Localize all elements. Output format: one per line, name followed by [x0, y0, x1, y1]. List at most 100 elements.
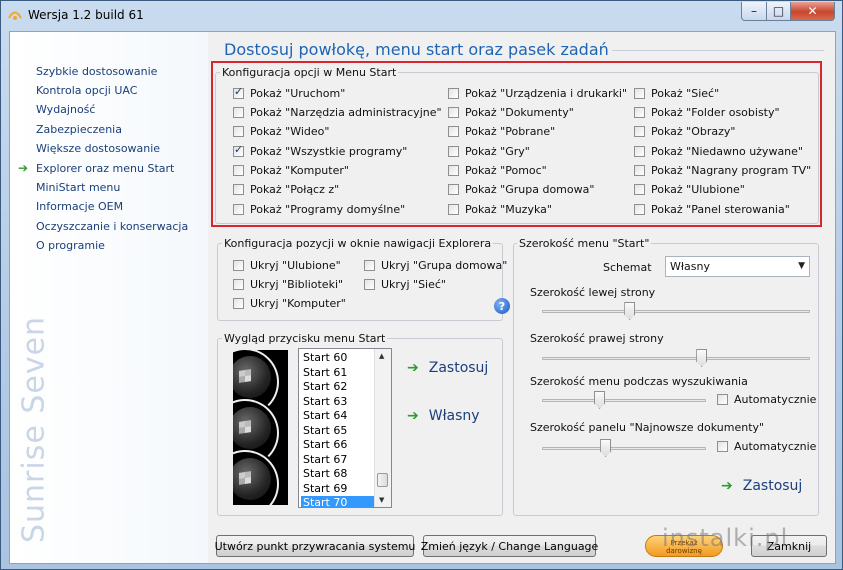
- list-item[interactable]: Start 65: [301, 424, 381, 438]
- checkbox-start-col2-4[interactable]: Pokaż "Pomoc": [448, 163, 547, 178]
- list-item[interactable]: Start 61: [301, 366, 381, 380]
- checkbox-box[interactable]: [717, 441, 728, 452]
- checkbox-box[interactable]: [634, 184, 645, 195]
- checkbox-box[interactable]: [634, 107, 645, 118]
- checkbox-box[interactable]: [364, 279, 375, 290]
- checkbox-start-col1-4[interactable]: Pokaż "Komputer": [233, 163, 349, 178]
- checkbox-start-col1-3[interactable]: Pokaż "Wszystkie programy": [233, 143, 407, 159]
- slider-track[interactable]: [542, 357, 810, 360]
- checkbox-start-col2-6[interactable]: Pokaż "Muzyka": [448, 202, 552, 217]
- restore-point-button[interactable]: Utwórz punkt przywracania systemu: [215, 535, 415, 557]
- sidebar-item-ministart[interactable]: MiniStart menu: [36, 181, 120, 197]
- slider-track[interactable]: [542, 447, 706, 450]
- sidebar-item-performance[interactable]: Wydajność: [36, 103, 95, 119]
- sidebar-item-more-customize[interactable]: Większe dostosowanie: [36, 142, 160, 158]
- checkbox-box[interactable]: [448, 126, 459, 137]
- sidebar-item-uac[interactable]: Kontrola opcji UAC: [36, 84, 137, 100]
- checkbox-start-col1-1[interactable]: Pokaż "Narzędzia administracyjne": [233, 105, 442, 120]
- checkbox-hide-network[interactable]: Ukryj "Sieć": [364, 277, 446, 292]
- start-button-list[interactable]: Start 60 Start 61 Start 62 Start 63 Start 64…: [298, 348, 392, 508]
- checkbox-box[interactable]: [448, 146, 459, 157]
- active-arrow-icon: ➔: [18, 161, 29, 175]
- slider-track[interactable]: [542, 310, 810, 313]
- checkbox-start-col2-5[interactable]: Pokaż "Grupa domowa": [448, 182, 594, 197]
- checkbox-start-col1-0[interactable]: Pokaż "Uruchom": [233, 85, 345, 101]
- sidebar-item-about[interactable]: O programie: [36, 239, 105, 255]
- checkbox-start-col3-0[interactable]: Pokaż "Sieć": [634, 86, 719, 101]
- checkbox-start-col3-6[interactable]: Pokaż "Panel sterowania": [634, 202, 790, 217]
- checkbox-start-col1-5[interactable]: Pokaż "Połącz z": [233, 182, 339, 197]
- scroll-down-icon[interactable]: ▼: [379, 496, 384, 504]
- checkbox-start-col3-5[interactable]: Pokaż "Ulubione": [634, 182, 745, 197]
- apply-start-button[interactable]: ➔ Zastosuj: [407, 360, 488, 376]
- checkbox-box[interactable]: [233, 107, 244, 118]
- checkbox-box[interactable]: [448, 184, 459, 195]
- checkbox-box[interactable]: [634, 88, 645, 99]
- list-item[interactable]: Start 69: [301, 482, 381, 496]
- custom-start-button[interactable]: ➔ Własny: [407, 408, 480, 424]
- checkbox-start-col3-1[interactable]: Pokaż "Folder osobisty": [634, 105, 780, 120]
- slider-track[interactable]: [542, 399, 706, 402]
- checkbox-start-col2-2[interactable]: Pokaż "Pobrane": [448, 124, 555, 139]
- checkbox-box[interactable]: [634, 126, 645, 137]
- checkbox-box[interactable]: [448, 204, 459, 215]
- checkbox-auto-width[interactable]: Automatycznie: [717, 439, 816, 454]
- checkbox-box[interactable]: [717, 394, 728, 405]
- list-item[interactable]: Start 60: [301, 351, 381, 365]
- apply-width-button[interactable]: ➔ Zastosuj: [721, 478, 802, 494]
- title-bar[interactable]: Wersja 1.2 build 61 – □ ✕: [1, 1, 843, 31]
- list-item[interactable]: Start 63: [301, 395, 381, 409]
- close-window-button[interactable]: ✕: [790, 2, 835, 21]
- start-width-title: Szerokość menu "Start": [517, 237, 652, 250]
- sidebar-item-explorer-start-menu[interactable]: Explorer oraz menu Start: [36, 162, 174, 178]
- checkbox-box[interactable]: [233, 85, 244, 99]
- checkbox-start-col1-2[interactable]: Pokaż "Wideo": [233, 124, 329, 139]
- checkbox-start-col2-0[interactable]: Pokaż "Urządzenia i drukarki": [448, 86, 627, 101]
- change-language-button[interactable]: Zmień język / Change Language: [421, 535, 598, 557]
- checkbox-box[interactable]: [448, 165, 459, 176]
- list-item[interactable]: Start 67: [301, 453, 381, 467]
- sidebar-item-quick-customize[interactable]: Szybkie dostosowanie: [36, 65, 157, 81]
- checkbox-hide-libraries[interactable]: Ukryj "Biblioteki": [233, 277, 343, 292]
- checkbox-box[interactable]: [233, 165, 244, 176]
- sidebar-item-oem-info[interactable]: Informacje OEM: [36, 200, 123, 216]
- checkbox-start-col2-3[interactable]: Pokaż "Gry": [448, 144, 530, 159]
- scheme-dropdown[interactable]: Własny ▼: [665, 256, 810, 277]
- checkbox-start-col2-1[interactable]: Pokaż "Dokumenty": [448, 105, 574, 120]
- checkbox-box[interactable]: [233, 260, 244, 271]
- help-icon[interactable]: ?: [494, 298, 510, 314]
- checkbox-box[interactable]: [233, 204, 244, 215]
- list-item[interactable]: Start 66: [301, 438, 381, 452]
- checkbox-start-col1-6[interactable]: Pokaż "Programy domyślne": [233, 202, 405, 217]
- checkbox-box[interactable]: [233, 184, 244, 195]
- checkbox-hide-homegroup[interactable]: Ukryj "Grupa domowa": [364, 258, 507, 273]
- scroll-up-icon[interactable]: ▲: [379, 352, 384, 360]
- checkbox-box[interactable]: [233, 126, 244, 137]
- sidebar-item-security[interactable]: Zabezpieczenia: [36, 123, 122, 139]
- checkbox-hide-favorites[interactable]: Ukryj "Ulubione": [233, 258, 341, 273]
- checkbox-box[interactable]: [448, 107, 459, 118]
- maximize-button[interactable]: □: [766, 2, 791, 21]
- checkbox-start-col3-4[interactable]: Pokaż "Nagrany program TV": [634, 163, 811, 178]
- checkbox-start-col3-3[interactable]: Pokaż "Niedawno używane": [634, 144, 803, 159]
- list-item[interactable]: Start 62: [301, 380, 381, 394]
- checkbox-box[interactable]: [634, 146, 645, 157]
- checkbox-box[interactable]: [233, 143, 244, 157]
- checkbox-box[interactable]: [448, 88, 459, 99]
- checkbox-box[interactable]: [634, 165, 645, 176]
- checkbox-auto-width[interactable]: Automatycznie: [717, 392, 816, 407]
- checkbox-hide-computer[interactable]: Ukryj "Komputer": [233, 296, 346, 311]
- checkbox-label: Pokaż "Niedawno używane": [651, 145, 803, 158]
- checkbox-box[interactable]: [634, 204, 645, 215]
- list-item[interactable]: Start 64: [301, 409, 381, 423]
- checkbox-box[interactable]: [364, 260, 375, 271]
- list-item[interactable]: Start 70: [301, 496, 381, 507]
- checkbox-start-col3-2[interactable]: Pokaż "Obrazy": [634, 124, 735, 139]
- minimize-button[interactable]: –: [741, 2, 767, 21]
- list-item[interactable]: Start 68: [301, 467, 381, 481]
- checkbox-box[interactable]: [233, 298, 244, 309]
- scrollbar-thumb[interactable]: [377, 473, 388, 487]
- list-scrollbar[interactable]: ▲ ▼: [374, 349, 391, 507]
- sidebar-item-cleanup[interactable]: Oczyszczanie i konserwacja: [36, 220, 188, 236]
- checkbox-box[interactable]: [233, 279, 244, 290]
